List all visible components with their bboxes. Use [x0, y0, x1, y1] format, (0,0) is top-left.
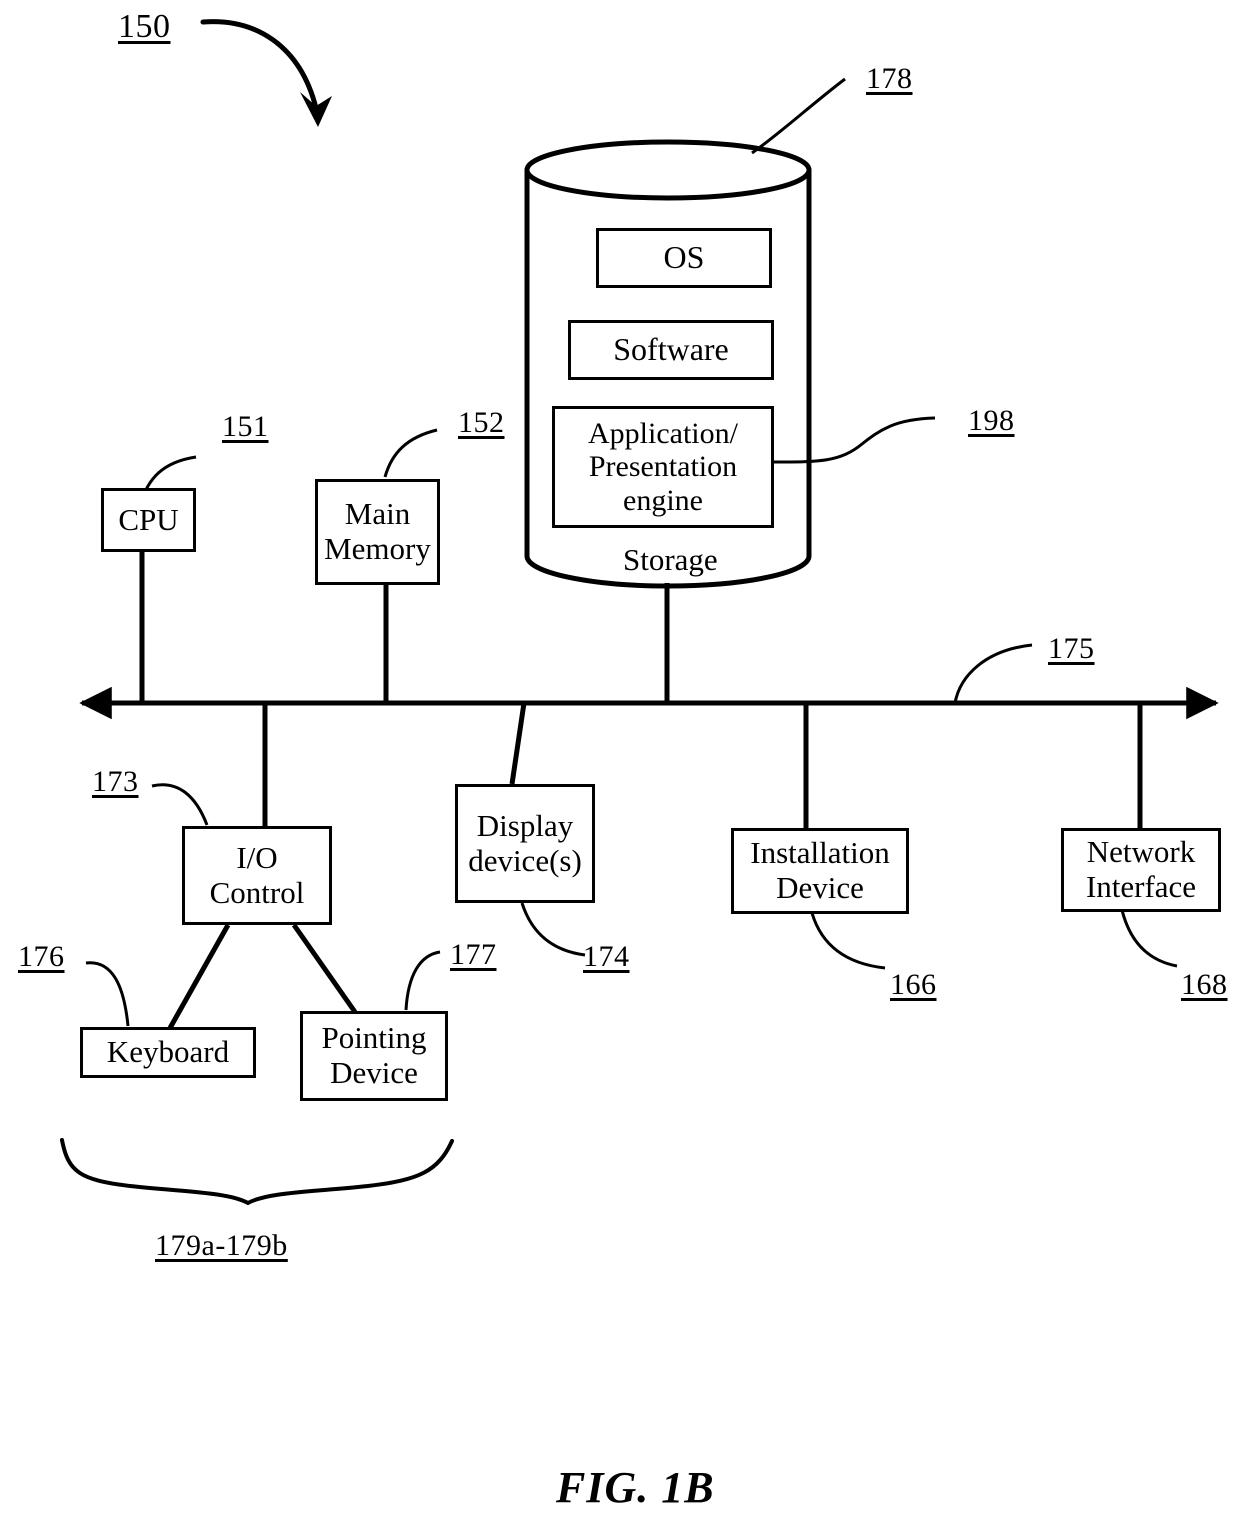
ref-label-198: 198	[968, 404, 1015, 437]
ref-label-174: 174	[583, 940, 630, 973]
storage-cylinder-label: Storage	[623, 542, 718, 577]
io-devices-brace	[60, 1138, 454, 1206]
storage-box-application-presentation-engine-label: Application/ Presentation engine	[588, 416, 738, 517]
connector-bus-display	[509, 702, 527, 785]
leader-177	[404, 950, 441, 1011]
component-box-installation-device: Installation Device	[731, 828, 909, 914]
ref-label-166: 166	[890, 968, 937, 1001]
component-box-pointing-device: Pointing Device	[300, 1011, 448, 1101]
leader-173	[151, 783, 209, 826]
storage-box-software-label: Software	[613, 331, 729, 368]
connector-io-pointing	[291, 923, 358, 1014]
ref-label-175: 175	[1048, 632, 1095, 665]
component-box-network-interface: Network Interface	[1061, 828, 1221, 912]
component-box-io-control: I/O Control	[182, 826, 332, 925]
component-box-cpu: CPU	[101, 488, 196, 552]
component-box-pointing-device-label: Pointing Device	[321, 1020, 427, 1090]
storage-box-application-presentation-engine: Application/ Presentation engine	[552, 406, 774, 528]
component-box-display-devices-label: Display device(s)	[468, 807, 582, 878]
leader-178	[751, 77, 846, 155]
component-box-installation-device-label: Installation Device	[750, 835, 890, 905]
storage-box-software: Software	[568, 320, 774, 380]
component-box-io-control-label: I/O Control	[209, 839, 305, 910]
storage-box-os-label: OS	[663, 239, 705, 276]
component-box-display-devices: Display device(s)	[455, 784, 595, 903]
ref-label-176: 176	[18, 940, 65, 973]
figure-caption: FIG. 1B	[556, 1463, 715, 1512]
leader-166	[810, 912, 886, 970]
ref-label-150: 150	[118, 8, 171, 45]
component-box-main-memory-label: Main Memory	[324, 496, 431, 566]
ref-label-177: 177	[450, 938, 497, 971]
patent-figure-1b: 150 178 OS Software Application/ Present…	[0, 0, 1240, 1523]
ref-label-151: 151	[222, 410, 269, 443]
diagram-ref-arrow	[200, 19, 332, 127]
component-box-keyboard: Keyboard	[80, 1027, 256, 1078]
storage-box-os: OS	[596, 228, 772, 288]
ref-label-152: 152	[458, 406, 505, 439]
connector-io-keyboard	[167, 923, 231, 1030]
component-box-keyboard-label: Keyboard	[106, 1034, 230, 1070]
leader-168	[1120, 909, 1178, 968]
component-box-main-memory: Main Memory	[315, 479, 440, 585]
ref-label-178: 178	[866, 62, 913, 95]
leader-175	[953, 643, 1033, 704]
leader-152	[383, 428, 438, 478]
ref-label-168: 168	[1181, 968, 1228, 1001]
leader-174	[520, 902, 586, 957]
leader-176	[85, 961, 130, 1027]
ref-label-179a-179b: 179a-179b	[155, 1229, 288, 1262]
component-box-network-interface-label: Network Interface	[1085, 834, 1197, 904]
component-box-cpu-label: CPU	[118, 501, 179, 537]
ref-label-173: 173	[92, 765, 139, 798]
